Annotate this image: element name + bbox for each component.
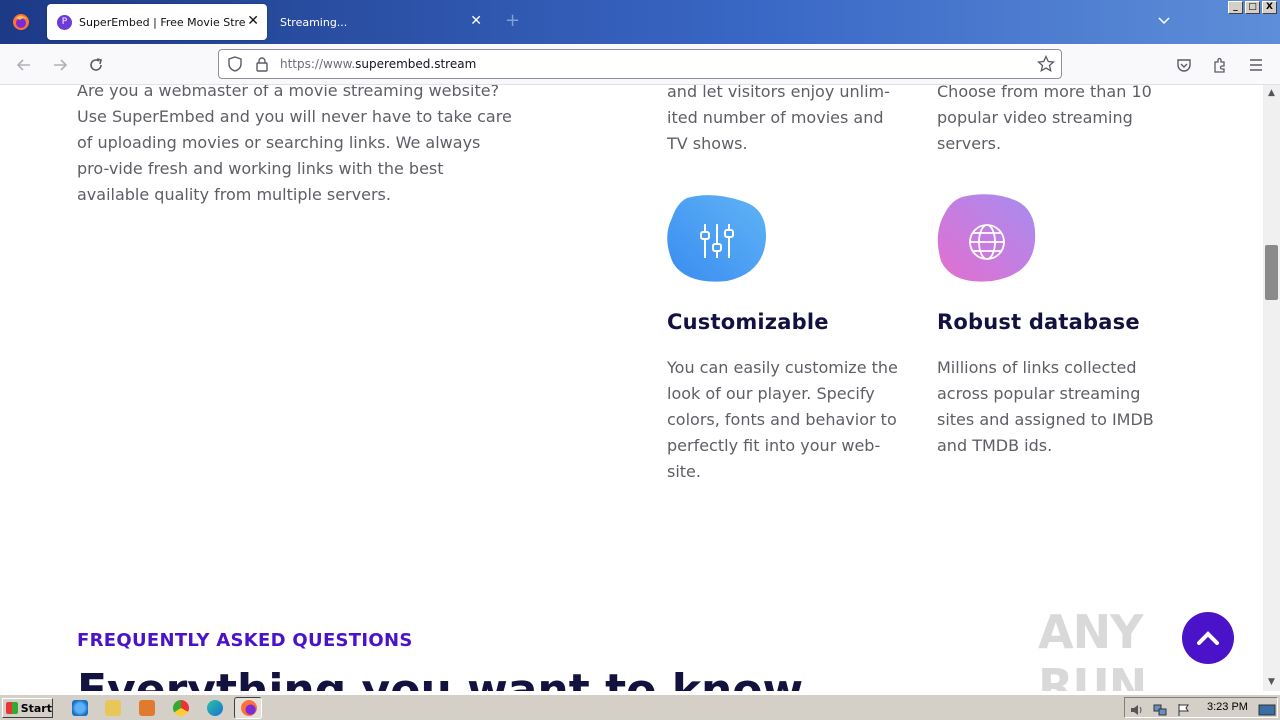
feature-text-servers: Choose from more than 10 popular video s… [937,85,1152,153]
tab-bar: P SuperEmbed | Free Movie Streaming ✕ St… [0,0,1280,44]
tab-title: Streaming... [280,15,348,29]
tab-close-icon[interactable]: ✕ [247,14,259,28]
folder-icon[interactable] [105,700,121,716]
internet-explorer-icon[interactable] [72,700,88,716]
scroll-up-arrow-icon[interactable]: ▲ [1263,85,1280,102]
firefox-icon [241,700,257,716]
url-prefix: https://www. [280,57,356,71]
system-tray [1124,697,1278,718]
start-label: Start [20,701,52,715]
faq-label: FREQUENTLY ASKED QUESTIONS [77,630,413,651]
windows-logo-icon [6,702,18,714]
feature-text-customizable: You can easily customize the look of our… [667,358,898,481]
globe-icon [966,221,1008,267]
lock-icon[interactable] [255,56,269,76]
bookmark-star-icon[interactable] [1036,54,1056,77]
robust-database-blob [937,193,1037,283]
new-tab-button[interactable]: + [505,12,520,30]
page-content: Are you a webmaster of a movie streaming… [0,85,1263,691]
scroll-down-arrow-icon[interactable]: ▼ [1263,674,1280,691]
intro-paragraph: Are you a webmaster of a movie streaming… [77,85,512,204]
url-domain: superembed.stream [355,57,477,71]
tab-close-icon[interactable]: ✕ [470,14,482,28]
minimize-button[interactable]: _ [1228,1,1243,14]
firefox-menu-icon[interactable] [0,0,42,44]
network-icon[interactable] [1153,701,1167,716]
volume-icon[interactable] [1130,701,1144,715]
list-all-tabs-icon[interactable] [1158,14,1170,28]
feature-title-robust-database: Robust database [937,310,1140,334]
show-desktop-icon[interactable] [1258,701,1276,716]
faq-heading: Everything you want to know [77,665,804,691]
feature-text-unlimited: and let visitors enjoy unlim-ited number… [667,85,890,153]
tab-title: SuperEmbed | Free Movie Streaming [79,15,245,29]
start-button[interactable]: Start [2,698,53,718]
action-center-flag-icon[interactable] [1177,701,1191,716]
taskbar: Start 3:23 PM [0,694,1280,720]
edge-icon[interactable] [207,700,223,716]
media-player-icon[interactable] [139,700,155,716]
nav-bar: https://www.superembed.stream [0,44,1280,85]
pocket-icon[interactable] [1173,54,1195,76]
reload-icon[interactable] [85,54,107,76]
scrollbar-thumb[interactable] [1265,245,1278,300]
page-scrollbar[interactable]: ▲ ▼ [1263,85,1280,691]
url-text[interactable]: https://www.superembed.stream [280,57,476,71]
chrome-icon[interactable] [173,700,189,716]
arrow-up-icon [1197,631,1219,645]
scroll-to-top-button[interactable] [1182,612,1234,664]
feature-title-customizable: Customizable [667,310,829,334]
forward-icon[interactable] [49,54,71,76]
feature-text-robust-database: Millions of links collected across popul… [937,358,1154,455]
back-icon[interactable] [13,54,35,76]
tab-streaming[interactable]: Streaming... ✕ [272,4,490,40]
taskbar-clock[interactable]: 3:23 PM [1207,701,1248,713]
extensions-icon[interactable] [1209,54,1231,76]
tab-superembed[interactable]: P SuperEmbed | Free Movie Streaming ✕ [47,4,267,40]
close-window-button[interactable]: X [1262,1,1277,14]
restore-button[interactable]: □ [1245,1,1260,14]
shield-icon[interactable] [227,56,243,76]
customizable-blob [667,193,767,283]
superembed-favicon-icon: P [57,14,72,30]
sliders-icon [696,220,738,266]
hamburger-menu-icon[interactable] [1245,54,1267,76]
url-bar[interactable]: https://www.superembed.stream [218,49,1062,79]
firefox-taskbar-button[interactable] [234,697,262,719]
